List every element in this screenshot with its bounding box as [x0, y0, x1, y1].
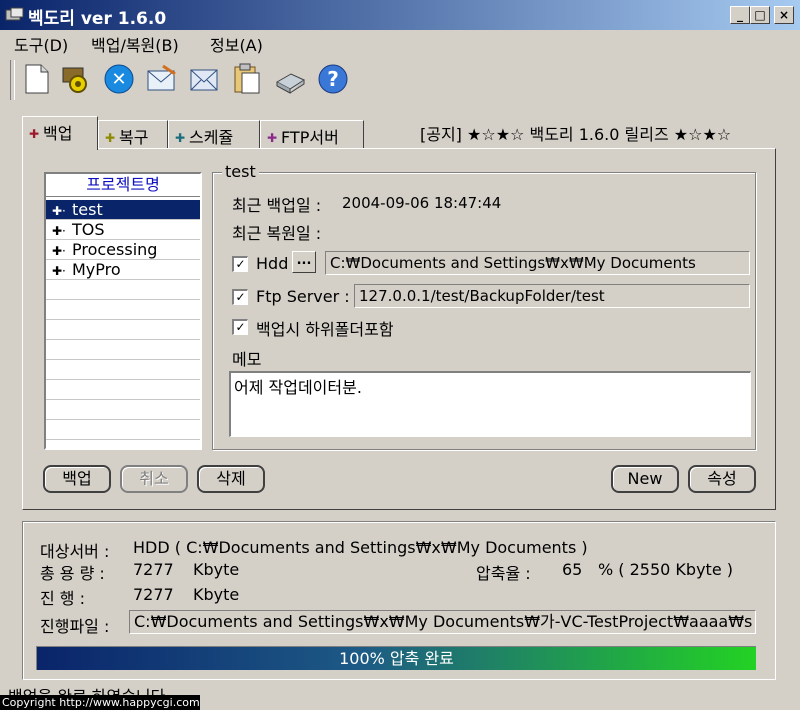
- compression-value: 65: [562, 560, 583, 579]
- memo-textarea[interactable]: 어제 작업데이터분.: [229, 371, 751, 437]
- subfolder-checkbox[interactable]: ✓: [232, 319, 248, 335]
- tab-schedule-label: 스케쥴: [189, 128, 234, 147]
- tab-ftp-server[interactable]: ✚ FTP서버: [260, 120, 364, 148]
- list-item: [46, 340, 200, 360]
- properties-button[interactable]: 속성: [688, 465, 756, 493]
- tab-backup-icon: ✚: [29, 127, 40, 141]
- settings-gear-icon[interactable]: [58, 62, 92, 96]
- subfolder-label: 백업시 하위폴더포함: [256, 320, 394, 339]
- compression-detail: % ( 2550 Kbyte ): [598, 560, 733, 579]
- list-item: [46, 280, 200, 300]
- tab-restore[interactable]: ✚ 복구: [98, 120, 168, 148]
- browse-button[interactable]: ...: [292, 251, 316, 273]
- help-icon[interactable]: ?: [316, 62, 350, 96]
- tab-schedule[interactable]: ✚ 스케쥴: [168, 120, 260, 148]
- list-item: [46, 360, 200, 380]
- progress-bar-text: 100% 압축 완료: [339, 649, 454, 668]
- compression-label: 압축율 :: [476, 564, 531, 583]
- list-item: [46, 300, 200, 320]
- toolbar-separator: [10, 60, 15, 100]
- list-item: [46, 380, 200, 400]
- copyright-overlay: Copyright http://www.happycgi.com: [0, 695, 200, 710]
- progress-value: 7277: [133, 585, 174, 604]
- tab-ftp-server-label: FTP서버: [281, 128, 339, 147]
- stop-icon-glyph: ✕: [111, 69, 126, 90]
- tab-ftp-server-icon: ✚: [267, 131, 278, 145]
- group-title: test: [222, 162, 259, 181]
- list-item: [46, 420, 200, 440]
- target-server-label: 대상서버 :: [40, 542, 110, 561]
- project-item-label: Processing: [72, 240, 158, 259]
- project-list[interactable]: 프로젝트명 ✚· test ✚· TOS ✚· Processing ✚· MyPro: [44, 172, 202, 450]
- project-item-test[interactable]: ✚· test: [46, 200, 200, 220]
- memo-label: 메모: [232, 350, 262, 369]
- stop-icon[interactable]: ✕: [102, 62, 136, 96]
- current-file-field: C:₩Documents and Settings₩x₩My Documents…: [129, 610, 756, 634]
- menu-tools[interactable]: 도구(D): [14, 32, 68, 56]
- total-size-value: 7277: [133, 560, 174, 579]
- project-item-tos[interactable]: ✚· TOS: [46, 220, 200, 240]
- help-icon-glyph: ?: [327, 67, 339, 91]
- scanner-icon[interactable]: [273, 62, 307, 96]
- close-button[interactable]: ×: [774, 6, 794, 24]
- app-icon: [5, 6, 25, 24]
- list-item: [46, 400, 200, 420]
- window-title: 벡도리 ver 1.6.0: [28, 9, 167, 29]
- clipboard-icon[interactable]: [230, 62, 264, 96]
- tree-node-icon: ✚·: [52, 244, 66, 258]
- last-backup-label: 최근 백업일 :: [232, 196, 322, 215]
- new-document-icon[interactable]: [20, 62, 54, 96]
- project-item-mypro[interactable]: ✚· MyPro: [46, 260, 200, 280]
- cancel-button[interactable]: 취소: [120, 465, 188, 493]
- project-list-header: 프로젝트명: [46, 174, 200, 197]
- tree-node-icon: ✚·: [52, 204, 66, 218]
- tab-schedule-icon: ✚: [175, 131, 186, 145]
- delete-button[interactable]: 삭제: [197, 465, 265, 493]
- progress-bar: 100% 압축 완료: [36, 646, 756, 670]
- hdd-path-field[interactable]: C:₩Documents and Settings₩x₩My Documents: [325, 251, 750, 275]
- list-item: [46, 320, 200, 340]
- backup-envelope-icon[interactable]: [145, 62, 179, 96]
- ftp-path-field[interactable]: 127.0.0.1/test/BackupFolder/test: [354, 284, 750, 308]
- current-file-label: 진행파일 :: [40, 617, 110, 636]
- project-item-label: MyPro: [72, 260, 121, 279]
- tab-restore-label: 복구: [119, 128, 149, 147]
- progress-label: 진 행 :: [40, 589, 86, 608]
- tree-node-icon: ✚·: [52, 264, 66, 278]
- hdd-label: Hdd: [256, 254, 289, 273]
- total-size-label: 총 용 량 :: [40, 564, 105, 583]
- tab-backup-label: 백업: [43, 124, 73, 143]
- menu-info[interactable]: 정보(A): [210, 32, 263, 56]
- tree-node-icon: ✚·: [52, 224, 66, 238]
- last-backup-value: 2004-09-06 18:47:44: [342, 194, 502, 212]
- new-button[interactable]: New: [611, 465, 679, 493]
- menu-backup-restore[interactable]: 백업/복원(B): [91, 32, 179, 56]
- ftp-checkbox[interactable]: ✓: [232, 289, 248, 305]
- hdd-checkbox[interactable]: ✓: [232, 256, 248, 272]
- project-item-label: TOS: [72, 220, 105, 239]
- backup-button[interactable]: 백업: [43, 465, 111, 493]
- tab-restore-icon: ✚: [105, 131, 116, 145]
- total-size-unit: Kbyte: [193, 560, 240, 579]
- notice-text: [공지] ★☆★☆ 백도리 1.6.0 릴리즈 ★☆★☆: [420, 125, 732, 144]
- minimize-button[interactable]: _: [730, 6, 750, 24]
- last-restore-label: 최근 복원일 :: [232, 224, 322, 243]
- project-item-label: test: [72, 200, 103, 219]
- tab-backup[interactable]: ✚ 백업: [22, 116, 98, 150]
- project-item-processing[interactable]: ✚· Processing: [46, 240, 200, 260]
- maximize-button[interactable]: □: [750, 6, 770, 24]
- progress-unit: Kbyte: [193, 585, 240, 604]
- ftp-label: Ftp Server :: [256, 287, 350, 306]
- restore-envelope-icon[interactable]: [188, 62, 222, 96]
- target-server-value: HDD ( C:₩Documents and Settings₩x₩My Doc…: [133, 538, 588, 557]
